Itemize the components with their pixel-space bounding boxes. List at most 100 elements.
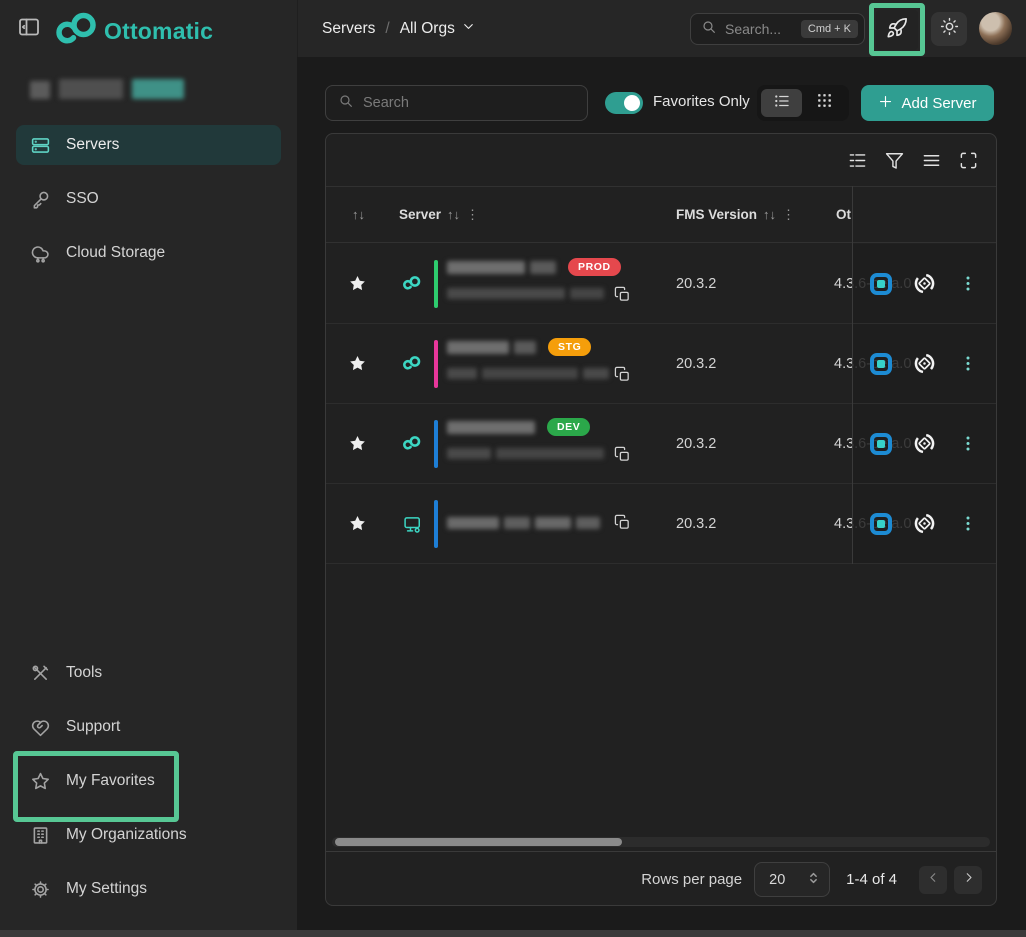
- table-header: ↑↓ Server ↑↓ ⋮ FMS Version ↑↓ ⋮ Ot: [326, 186, 996, 243]
- sidebar-item-cloud-storage[interactable]: Cloud Storage: [16, 233, 281, 273]
- global-search[interactable]: Search... Cmd + K: [690, 13, 865, 45]
- admin-console-icon[interactable]: [913, 512, 936, 535]
- star-icon: [30, 771, 51, 792]
- column-menu-icon[interactable]: ⋮: [782, 207, 795, 223]
- pagination-range: 1-4 of 4: [846, 871, 897, 888]
- filter-icon[interactable]: [885, 151, 904, 170]
- previous-page-button[interactable]: [919, 866, 947, 894]
- grid-view-button[interactable]: [804, 89, 845, 117]
- rows-per-page-value: 20: [769, 872, 785, 888]
- table-row[interactable]: DEV 20.3.2 4.3.6-beta.0: [326, 404, 996, 484]
- sidebar-item-my-settings[interactable]: My Settings: [16, 871, 281, 907]
- admin-console-icon[interactable]: [913, 352, 936, 375]
- server-icon: [30, 135, 51, 156]
- filemaker-app-icon[interactable]: [870, 513, 892, 535]
- scrollbar-thumb[interactable]: [335, 838, 622, 846]
- horizontal-scrollbar[interactable]: [332, 837, 990, 847]
- app-logo: Ottomatic: [56, 10, 213, 52]
- header-ot-version[interactable]: Ot: [836, 187, 851, 242]
- server-name-redacted: STG: [447, 338, 609, 390]
- columns-icon[interactable]: [848, 151, 867, 170]
- list-view-button[interactable]: [761, 89, 802, 117]
- sort-icon: ↑↓: [763, 207, 776, 222]
- server-search-input[interactable]: Search: [325, 85, 588, 121]
- copy-icon[interactable]: [614, 286, 631, 308]
- ottomatic-server-icon: [403, 435, 422, 451]
- sidebar-item-support[interactable]: Support: [16, 709, 281, 745]
- table-row[interactable]: PROD 20.3.2 4.3.6-beta.0: [326, 244, 996, 324]
- sidebar-item-my-organizations[interactable]: My Organizations: [16, 817, 281, 853]
- sidebar-item-label: Servers: [66, 136, 119, 154]
- sidebar-item-sso[interactable]: SSO: [16, 179, 281, 219]
- row-actions: [853, 324, 996, 403]
- building-icon: [30, 825, 51, 846]
- favorite-star-icon[interactable]: [348, 354, 367, 378]
- favorite-star-icon[interactable]: [348, 274, 367, 298]
- favorite-star-icon[interactable]: [348, 434, 367, 458]
- admin-console-icon[interactable]: [913, 432, 936, 455]
- shortcut-badge: Cmd + K: [801, 20, 858, 38]
- next-page-button[interactable]: [954, 866, 982, 894]
- chevron-left-icon: [926, 870, 941, 890]
- filemaker-app-icon[interactable]: [870, 273, 892, 295]
- env-color-bar: [434, 420, 438, 468]
- table-row[interactable]: 20.3.2 4.3.6-beta.0: [326, 484, 996, 564]
- admin-console-icon[interactable]: [913, 272, 936, 295]
- org-selector-label: All Orgs: [400, 20, 455, 38]
- sort-icon: ↑↓: [352, 207, 365, 222]
- gear-icon: [30, 879, 51, 900]
- header-fms-version[interactable]: FMS Version ↑↓ ⋮: [676, 187, 795, 242]
- rows-icon[interactable]: [922, 151, 941, 170]
- header-server[interactable]: Server ↑↓ ⋮: [399, 187, 479, 242]
- filemaker-app-icon[interactable]: [870, 353, 892, 375]
- sidebar-collapse-button[interactable]: [15, 15, 43, 43]
- breadcrumb-section: Servers: [322, 20, 375, 38]
- sun-icon: [940, 17, 959, 41]
- panel-collapse-icon: [17, 15, 41, 44]
- header-sort-all[interactable]: ↑↓: [352, 187, 365, 242]
- row-menu-icon[interactable]: [966, 356, 970, 371]
- favorites-only-toggle[interactable]: [605, 92, 643, 114]
- table-row[interactable]: STG 20.3.2 4.3.6-beta.0: [326, 324, 996, 404]
- row-menu-icon[interactable]: [966, 276, 970, 291]
- env-badge: DEV: [547, 418, 590, 436]
- favorite-star-icon[interactable]: [348, 514, 367, 538]
- key-icon: [30, 189, 51, 210]
- theme-toggle-button[interactable]: [931, 12, 967, 46]
- sidebar-item-label: Tools: [66, 664, 102, 682]
- column-menu-icon[interactable]: ⋮: [466, 207, 479, 223]
- add-server-button[interactable]: Add Server: [861, 85, 994, 121]
- plus-icon: [878, 94, 893, 113]
- rows-per-page-select[interactable]: 20: [754, 862, 830, 897]
- copy-icon[interactable]: [614, 446, 631, 468]
- grid-view-icon: [816, 92, 833, 114]
- sidebar-item-my-favorites[interactable]: My Favorites: [16, 763, 281, 799]
- sidebar-item-servers[interactable]: Servers: [16, 125, 281, 165]
- top-bar: Ottomatic Servers / All Orgs Search... C…: [0, 0, 1026, 57]
- row-menu-icon[interactable]: [966, 436, 970, 451]
- env-color-bar: [434, 500, 438, 548]
- app-logo-text: Ottomatic: [104, 18, 213, 45]
- sort-icon: ↑↓: [447, 207, 460, 222]
- sidebar-item-label: SSO: [66, 190, 99, 208]
- header-ot-label: Ot: [836, 207, 851, 222]
- main-content: Search Favorites Only Add Server: [297, 57, 1026, 930]
- fullscreen-icon[interactable]: [959, 151, 978, 170]
- servers-table-card: ↑↓ Server ↑↓ ⋮ FMS Version ↑↓ ⋮ Ot: [325, 133, 997, 906]
- user-avatar[interactable]: [979, 12, 1012, 45]
- breadcrumb-separator: /: [385, 20, 389, 38]
- server-search-placeholder: Search: [363, 95, 409, 111]
- monitor-server-icon: [403, 515, 423, 535]
- org-selector[interactable]: All Orgs: [400, 19, 476, 39]
- copy-icon[interactable]: [614, 366, 631, 388]
- rocket-button[interactable]: [876, 10, 918, 50]
- sidebar-item-tools[interactable]: Tools: [16, 655, 281, 691]
- row-menu-icon[interactable]: [966, 516, 970, 531]
- app: Ottomatic Servers / All Orgs Search... C…: [0, 0, 1026, 937]
- bottom-edge-strip: [0, 930, 1026, 937]
- env-badge: PROD: [568, 258, 621, 276]
- copy-icon[interactable]: [614, 514, 631, 536]
- filemaker-app-icon[interactable]: [870, 433, 892, 455]
- cloud-icon: [30, 243, 51, 264]
- fms-version: 20.3.2: [676, 276, 716, 292]
